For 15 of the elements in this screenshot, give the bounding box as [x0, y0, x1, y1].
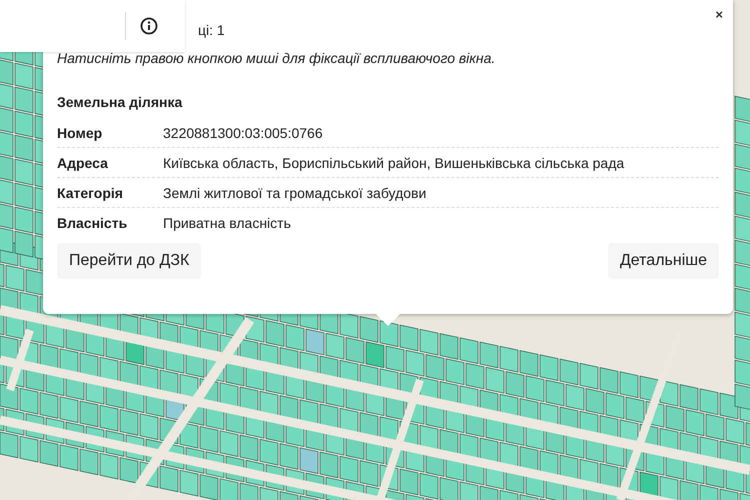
parcel-title: Земельна ділянка	[57, 94, 184, 110]
field-value: Землі житлової та громадської забудови	[163, 184, 426, 200]
field-label: Номер	[57, 124, 104, 140]
field-label: Адреса	[57, 154, 109, 170]
action-button[interactable]: Детальніше	[608, 243, 719, 279]
action-button[interactable]: Перейти до ДЗК	[57, 243, 202, 279]
field-value: 3220881300:03:005:0766	[163, 124, 323, 140]
field-value: Київська область, Бориспільський район, Вишеньківська сільська рада	[163, 154, 624, 170]
field-label: Власність	[57, 214, 128, 230]
feature-counter: ці: 1	[198, 22, 225, 38]
field-label: Категорія	[57, 184, 124, 200]
hint-text: Натисніть правою кнопкою миші для фіксації вспливаючого вікна.	[57, 50, 496, 66]
close-button[interactable]: ×	[713, 8, 725, 22]
info-icon[interactable]	[140, 17, 158, 35]
field-value: Приватна власність	[163, 214, 291, 230]
